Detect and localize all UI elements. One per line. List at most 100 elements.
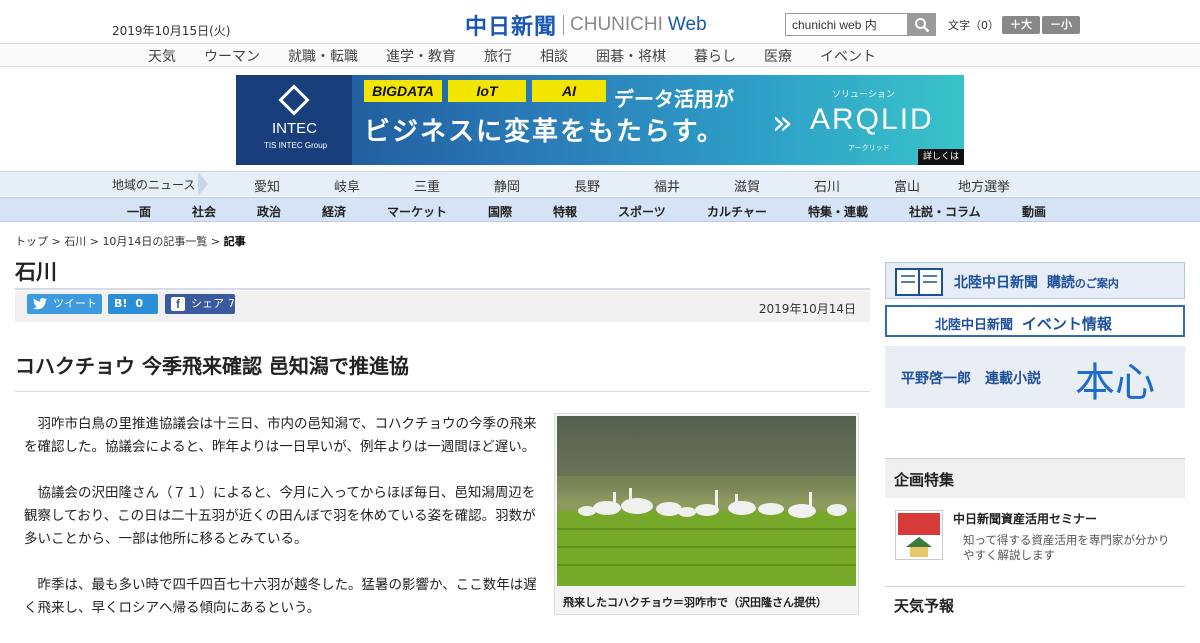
logo-japanese: 中日新聞 [465,14,558,40]
font-smaller-button[interactable]: －小 [1042,16,1080,34]
ad-tag: BIGDATA [364,80,442,102]
page-title: 石川 [15,260,57,284]
event-info-text: 北陸中日新聞 イベント情報 [935,313,1112,334]
region-nav-item[interactable]: 石川 [814,176,840,195]
chevron-right-icon: » [772,103,793,143]
header-date: 2019年10月15日(火) [112,24,231,38]
section-nav-item[interactable]: スポーツ [618,203,666,220]
section-nav-item[interactable]: 社会 [192,203,216,220]
genre-nav-item[interactable]: ウーマン [204,46,260,66]
newspaper-reader-icon [895,268,943,296]
feature-title[interactable]: 中日新聞資産活用セミナー [953,510,1097,527]
facebook-count: 7 [228,297,235,310]
twitter-bird-icon [33,298,47,310]
section-nav-item[interactable]: 経済 [322,203,346,220]
ad-more-button[interactable]: 詳しくは [918,149,964,165]
section-nav-item[interactable]: 国際 [488,203,512,220]
genre-nav-item[interactable]: 天気 [148,46,176,66]
breadcrumb-separator: > [48,235,65,248]
ad-banner[interactable]: INTEC TIS INTEC Group BIGDATA IoT AI データ… [236,75,964,165]
genre-nav-item[interactable]: 進学・教育 [386,46,456,66]
subscription-main: 北陸中日新聞 [954,275,1038,291]
region-nav-item[interactable]: 地方選挙 [958,176,1010,195]
tweet-button[interactable]: ツイート [27,294,102,314]
logo-english: CHUNICHI [570,14,663,35]
region-nav-item[interactable]: 三重 [414,176,440,195]
ad-solution-label: ソリューション [832,90,895,100]
genre-nav-item[interactable]: 暮らし [694,46,736,66]
region-nav-item[interactable]: 富山 [894,176,920,195]
search-button[interactable] [908,13,936,36]
genre-nav-item[interactable]: 就職・転職 [288,46,358,66]
section-nav-item[interactable]: 一面 [127,203,151,220]
title-divider [15,288,870,290]
region-nav-item[interactable]: 長野 [574,176,600,195]
share-bar: ツイート B! 0 f シェア 7 2019年10月14日 [15,291,870,322]
region-nav-item[interactable]: 岐阜 [334,176,360,195]
section-nav-item[interactable]: 社説・コラム [909,203,981,220]
genre-nav-item[interactable]: イベント [820,46,876,66]
region-nav-item[interactable]: 静岡 [494,176,520,195]
swan-photo[interactable] [557,416,856,586]
section-nav-item[interactable]: マーケット [387,203,447,220]
novel-title: 本心 [1075,360,1155,406]
feature-section-header: 企画特集 [885,458,1185,498]
event-info-banner[interactable]: 北陸中日新聞 イベント情報 [885,305,1185,337]
ad-product-kana: アークリッド [848,144,890,152]
breadcrumb-separator: > [86,235,103,248]
hatena-count: 0 [135,297,144,310]
serial-novel-banner[interactable]: 平野啓一郎 連載小説 本心 [885,346,1185,408]
genre-nav-item[interactable]: 医療 [764,46,792,66]
feature-description: 知って得する資産活用を専門家が分かりやすく解説します [963,533,1170,562]
section-nav: 一面 社会 政治 経済 マーケット 国際 特報 スポーツ カルチャー 特集・連載… [0,197,1200,222]
site-logo[interactable]: 中日新聞 CHUNICHI Web [465,9,707,41]
region-nav-item[interactable]: 滋賀 [734,176,760,195]
hatena-bookmark-icon: B! [114,297,128,310]
breadcrumb-item[interactable]: 10月14日の記事一覧 [102,235,207,248]
weather-heading: 天気予報 [894,597,955,615]
hatena-bookmark-button[interactable]: B! 0 [108,294,158,314]
intec-logo-icon [278,84,310,116]
subscription-banner[interactable]: 北陸中日新聞 購読のご案内 [885,262,1185,299]
section-nav-item[interactable]: 政治 [257,203,281,220]
ad-brand-panel: INTEC TIS INTEC Group [236,75,352,165]
ad-tag: IoT [448,80,526,102]
site-header: 2019年10月15日(火) 中日新聞 CHUNICHI Web 文字（0） ＋… [0,0,1200,43]
font-size-label: 文字（0） [948,19,999,32]
facebook-share-button[interactable]: f シェア 7 [165,294,235,314]
feature-item[interactable]: 中日新聞資産活用セミナー 知って得する資産活用を専門家が分かりやすく解説します [885,505,1185,575]
breadcrumb-item[interactable]: トップ [15,235,48,248]
section-nav-item[interactable]: 動画 [1022,203,1046,220]
region-nav-item[interactable]: 愛知 [254,176,280,195]
font-larger-button[interactable]: ＋大 [1002,16,1040,34]
breadcrumb-current: 記事 [223,235,246,248]
article-headline: コハクチョウ 今季飛来確認 邑知潟で推進協 [15,354,409,378]
section-nav-item[interactable]: 特集・連載 [808,203,868,220]
article-photo: 飛来したコハクチョウ＝羽咋市で（沢田隆さん提供） [554,413,859,615]
subscription-bold: 購読 [1046,275,1075,291]
logo-separator [563,15,565,35]
search-icon [915,17,930,32]
breadcrumb-item[interactable]: 石川 [64,235,86,248]
article-paragraph: 昨季は、最も多い時で四千四百七十六羽が越冬した。猛暑の影響か、ここ数年は遅く飛来… [24,577,537,616]
facebook-label: シェア [191,297,224,310]
ad-brand: INTEC [272,120,317,137]
breadcrumb-separator: > [207,235,224,248]
region-nav: 地域のニュース 愛知 岐阜 三重 静岡 長野 福井 滋賀 石川 富山 地方選挙 [0,171,1200,196]
genre-nav-item[interactable]: 囲碁・将棋 [596,46,666,66]
region-nav-item[interactable]: 福井 [654,176,680,195]
article-body: 羽咋市白鳥の里推進協議会は十三日、市内の邑知潟で、コハクチョウの今季の飛来を確認… [24,413,546,643]
section-nav-item[interactable]: カルチャー [707,203,767,220]
genre-nav-item[interactable]: 相談 [540,46,568,66]
feature-heading: 企画特集 [894,471,955,489]
ad-tag: AI [532,80,606,102]
event-info-main: 北陸中日新聞 [935,318,1014,333]
ad-product-name: ARQLID [810,103,934,136]
ad-headline-1: データ活用が [614,87,734,111]
search-input[interactable] [785,13,908,36]
headline-divider [15,391,870,392]
genre-nav-item[interactable]: 旅行 [484,46,512,66]
site-search [785,13,936,36]
region-nav-arrow [198,172,208,196]
section-nav-item[interactable]: 特報 [553,203,577,220]
